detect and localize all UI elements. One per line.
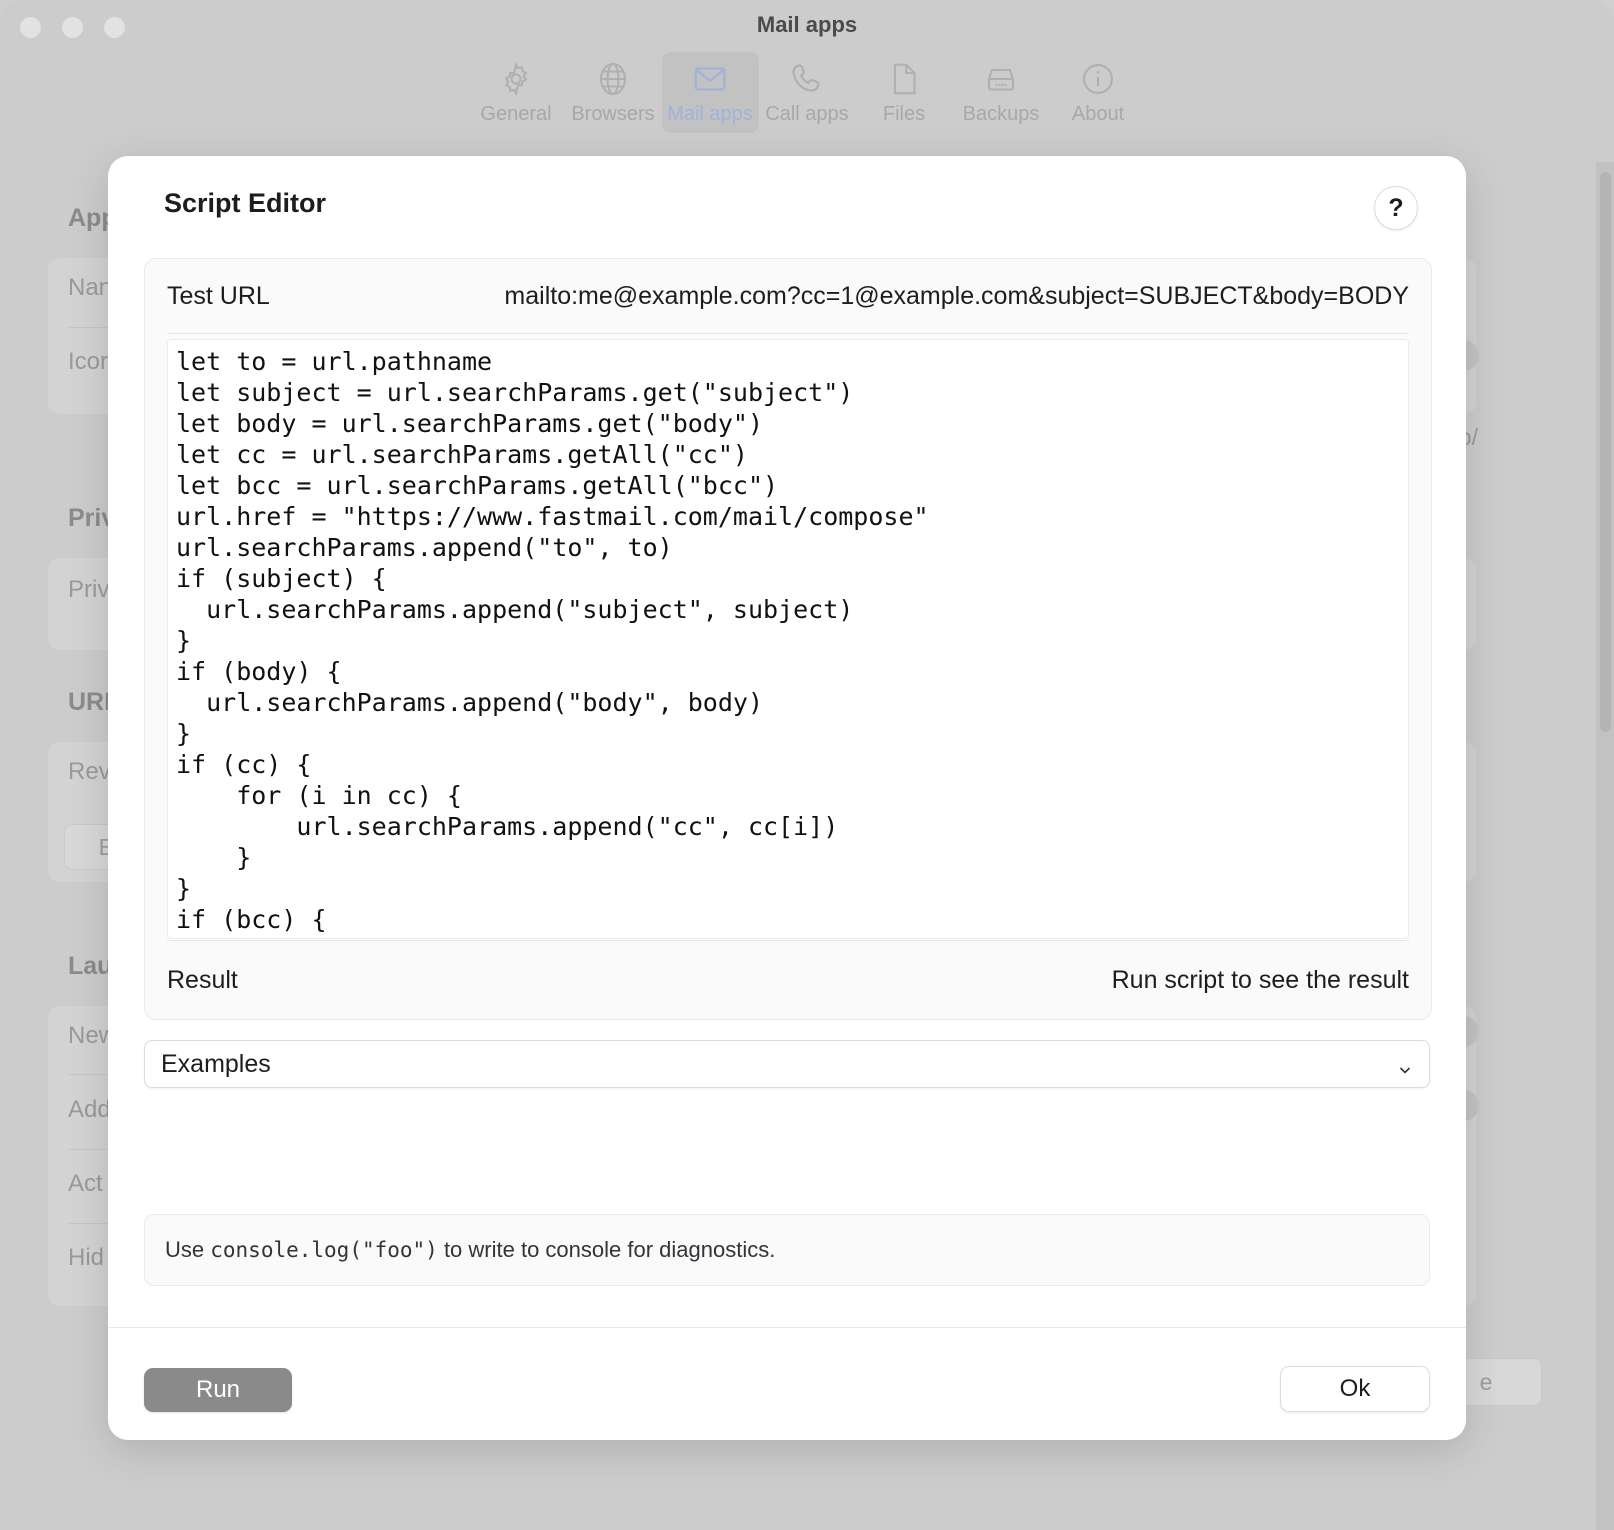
tab-call-apps[interactable]: Call apps <box>759 52 856 133</box>
row-label-add: Add <box>68 1096 111 1123</box>
tab-call-apps-label: Call apps <box>765 103 849 125</box>
tab-general-label: General <box>480 103 552 125</box>
ok-button[interactable]: Ok <box>1280 1366 1430 1412</box>
examples-dropdown[interactable]: Examples <box>144 1040 1430 1088</box>
tab-backups[interactable]: Backups <box>953 52 1050 133</box>
examples-selected-label: Examples <box>161 1049 271 1078</box>
tab-general[interactable]: General <box>468 52 565 133</box>
tab-mail-apps[interactable]: Mail apps <box>661 52 759 133</box>
info-icon <box>1079 60 1117 98</box>
window-titlebar: Mail apps <box>0 0 1614 56</box>
gear-icon <box>497 60 535 98</box>
test-url-input[interactable]: mailto:me@example.com?cc=1@example.com&s… <box>270 282 1409 311</box>
divider <box>108 1327 1466 1328</box>
chevron-down-icon <box>1397 1056 1413 1074</box>
script-code-editor[interactable]: let to = url.pathname let subject = url.… <box>167 339 1409 939</box>
result-value: Run script to see the result <box>1111 965 1409 994</box>
dialog-title: Script Editor <box>164 188 327 218</box>
tab-backups-label: Backups <box>962 103 1040 125</box>
test-url-row[interactable]: Test URL mailto:me@example.com?cc=1@exam… <box>145 259 1431 333</box>
test-url-label: Test URL <box>167 281 270 310</box>
file-icon <box>885 60 923 98</box>
drive-icon <box>982 60 1020 98</box>
row-label-rewrite: Rev <box>68 758 111 785</box>
tab-files[interactable]: Files <box>856 52 953 133</box>
preferences-toolbar: General Browsers Mail apps Call apps Fil… <box>0 52 1614 133</box>
tab-browsers-label: Browsers <box>571 103 655 125</box>
envelope-icon <box>691 60 729 98</box>
console-log-message: Use console.log("foo") to write to conso… <box>165 1237 775 1263</box>
row-label-icon: Icor <box>68 348 109 375</box>
console-text-before: Use <box>165 1237 211 1262</box>
tab-about-label: About <box>1071 103 1125 125</box>
result-label: Result <box>167 965 238 994</box>
window-title: Mail apps <box>756 12 858 37</box>
row-label-privacy: Priv <box>68 576 110 603</box>
row-label-activate: Act <box>68 1170 103 1197</box>
result-row: Result Run script to see the result <box>145 941 1431 1019</box>
console-text-after: to write to console for diagnostics. <box>437 1237 776 1262</box>
script-code-text: let to = url.pathname let subject = url.… <box>176 347 929 934</box>
row-label-hide: Hid <box>68 1244 105 1271</box>
help-icon[interactable]: ? <box>1374 186 1418 230</box>
script-editor-panel: Test URL mailto:me@example.com?cc=1@exam… <box>144 258 1432 1020</box>
tab-mail-apps-label: Mail apps <box>667 103 753 125</box>
globe-icon <box>594 60 632 98</box>
tab-files-label: Files <box>882 103 926 125</box>
app-window: Mail apps General Browsers Mail apps Cal… <box>0 0 1614 1530</box>
tab-browsers[interactable]: Browsers <box>565 52 662 133</box>
run-button[interactable]: Run <box>144 1368 292 1412</box>
phone-icon <box>788 60 826 98</box>
script-editor-dialog: Script Editor ? Test URL mailto:me@examp… <box>108 156 1466 1440</box>
console-log-box: Use console.log("foo") to write to conso… <box>144 1214 1430 1286</box>
console-code-snippet: console.log("foo") <box>210 1238 438 1262</box>
tab-about[interactable]: About <box>1050 52 1147 133</box>
divider <box>167 333 1409 334</box>
section-title-launch: Lau <box>68 952 113 980</box>
dialog-header: Script Editor ? <box>108 156 1466 252</box>
row-label-name: Nan <box>68 274 113 301</box>
page-scrollbar-thumb[interactable] <box>1600 172 1611 732</box>
